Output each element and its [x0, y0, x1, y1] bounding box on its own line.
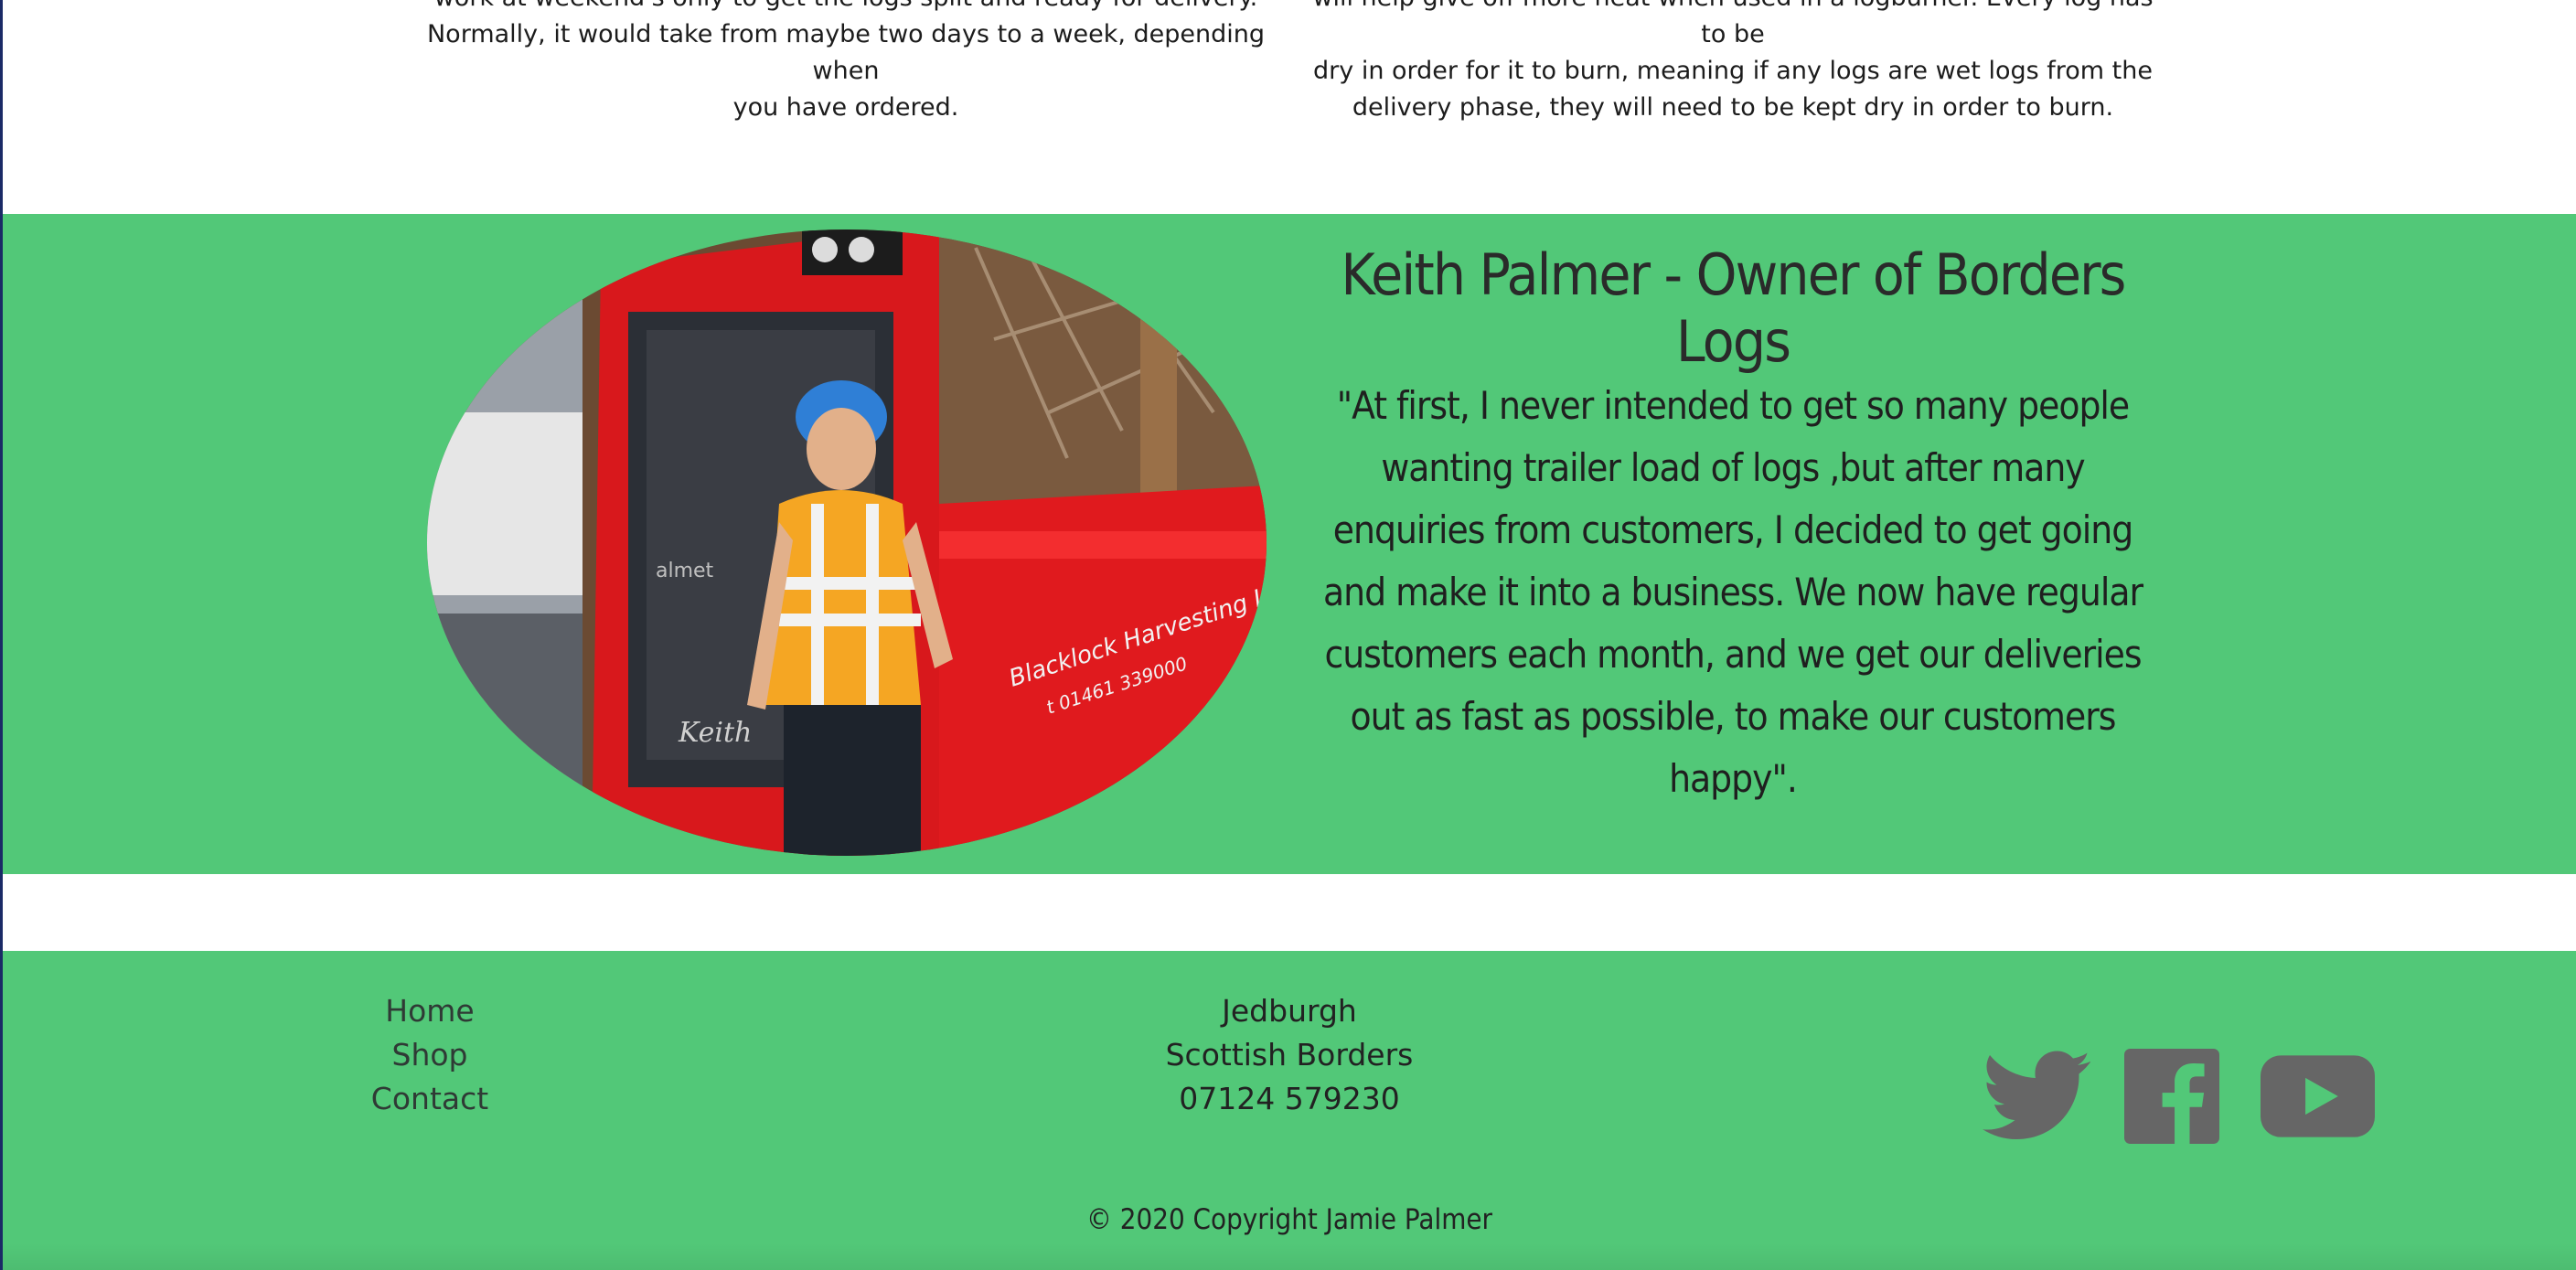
footer-nav: Home Shop Contact — [302, 989, 558, 1121]
footer-link-shop[interactable]: Shop — [302, 1033, 558, 1077]
door-script-text: Keith — [678, 717, 752, 749]
testimonial-title: Keith Palmer - Owner of Borders Logs — [1341, 241, 2126, 375]
site-footer: Home Shop Contact Jedburgh Scottish Bord… — [0, 951, 2576, 1270]
dry-logs-text: will help give off more heat when used i… — [1308, 0, 2158, 126]
cab-brand-text: almet — [656, 560, 714, 582]
owner-photo: almet Keith Blacklock Harvesting Ltd t 0… — [427, 229, 1267, 856]
twitter-icon — [1983, 1051, 2090, 1139]
contact-region: Scottish Borders — [1165, 1037, 1414, 1073]
text-line: work at weekend's only to get the logs s… — [421, 0, 1271, 16]
testimonial-quote: "At first, I never intended to get so ma… — [1322, 383, 2143, 801]
contact-town: Jedburgh — [1222, 993, 1357, 1029]
text-line: will help give off more heat when used i… — [1312, 0, 2153, 48]
footer-contact-info: Jedburgh Scottish Borders 07124 579230 — [1097, 989, 1481, 1121]
info-section: work at weekend's only to get the logs s… — [0, 0, 2576, 214]
footer-link-contact[interactable]: Contact — [302, 1077, 558, 1121]
footer-shadow — [0, 1243, 2576, 1270]
section-spacer — [0, 874, 2576, 951]
twitter-link[interactable] — [1983, 1046, 2092, 1147]
window-edge — [0, 0, 3, 1270]
text-line: you have ordered. — [732, 93, 959, 122]
contact-phone: 07124 579230 — [1179, 1081, 1400, 1116]
text-line: dry in order for it to burn, meaning if … — [1313, 57, 2153, 85]
youtube-icon — [2261, 1055, 2375, 1137]
facebook-link[interactable] — [2124, 1046, 2219, 1147]
copyright-text: © 2020 Copyright Jamie Palmer — [1085, 1203, 1492, 1236]
footer-link-home[interactable]: Home — [302, 989, 558, 1033]
facebook-icon — [2124, 1049, 2219, 1144]
owner-testimonial: almet Keith Blacklock Harvesting Ltd t 0… — [0, 214, 2576, 874]
owner-photo-illustration: almet Keith Blacklock Harvesting Ltd t 0… — [427, 229, 1267, 856]
delivery-text: work at weekend's only to get the logs s… — [421, 0, 1271, 126]
text-line: delivery phase, they will need to be kep… — [1352, 93, 2114, 122]
text-line: Normally, it would take from maybe two d… — [426, 20, 1266, 85]
youtube-link[interactable] — [2261, 1046, 2375, 1147]
